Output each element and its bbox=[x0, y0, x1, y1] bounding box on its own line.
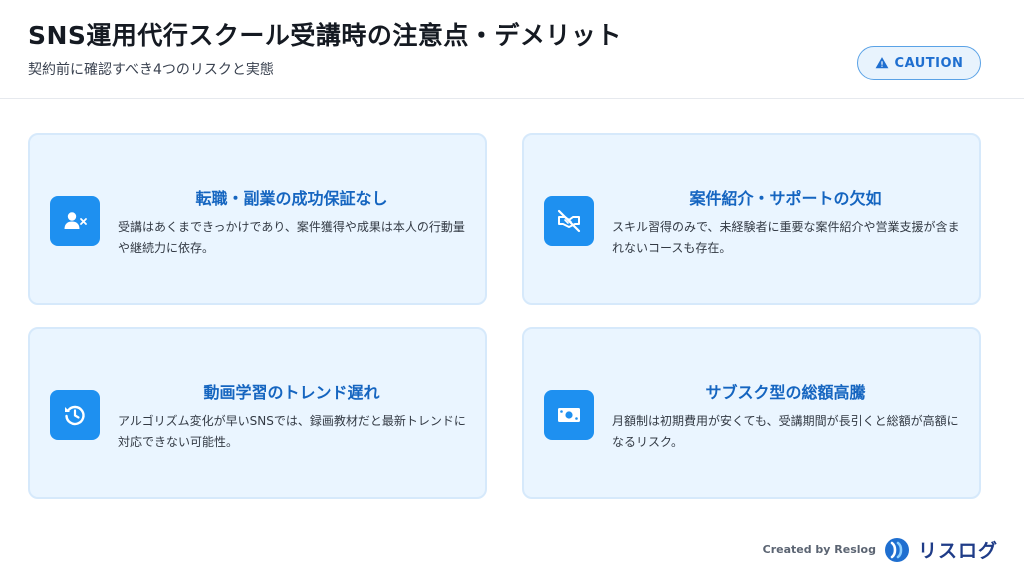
user-x-icon bbox=[50, 196, 100, 246]
card-title: 動画学習のトレンド遅れ bbox=[203, 383, 380, 402]
logo-text: リスログ bbox=[917, 540, 998, 562]
card-text: 受講はあくまできっかけであり、案件獲得や成果は本人の行動量や継続力に依存。 bbox=[118, 220, 465, 255]
card-title: サブスク型の総額高騰 bbox=[705, 383, 866, 402]
risk-card-trend-lag: 動画学習のトレンド遅れ アルゴリズム変化が早いSNSでは、録画教材だと最新トレン… bbox=[28, 327, 487, 499]
card-title: 転職・副業の成功保証なし bbox=[195, 189, 388, 208]
history-icon bbox=[50, 390, 100, 440]
risk-card-no-support: 案件紹介・サポートの欠如 スキル習得のみで、未経験者に重要な案件紹介や営業支援が… bbox=[522, 133, 981, 305]
money-bill-icon bbox=[544, 390, 594, 440]
risk-card-subscription-cost: サブスク型の総額高騰 月額制は初期費用が安くても、受講期間が長引くと総額が高額に… bbox=[522, 327, 981, 499]
card-text: スキル習得のみで、未経験者に重要な案件紹介や営業支援が含まれないコースも存在。 bbox=[612, 220, 960, 255]
page-title: SNS運用代行スクール受講時の注意点・デメリット bbox=[28, 21, 622, 50]
page-subtitle: 契約前に確認すべき4つのリスクと実態 bbox=[28, 62, 274, 78]
reslog-logo-icon bbox=[884, 537, 909, 562]
warning-icon bbox=[875, 57, 888, 69]
credit-text: Created by Reslog bbox=[762, 543, 876, 556]
card-text: 月額制は初期費用が安くても、受講期間が長引くと総額が高額になるリスク。 bbox=[612, 414, 959, 449]
caution-label: CAUTION bbox=[894, 55, 964, 71]
risk-card-no-guarantee: 転職・副業の成功保証なし 受講はあくまできっかけであり、案件獲得や成果は本人の行… bbox=[28, 133, 487, 305]
page-header: SNS運用代行スクール受講時の注意点・デメリット 契約前に確認すべき4つのリスク… bbox=[0, 0, 1024, 99]
caution-badge: CAUTION bbox=[857, 46, 981, 80]
footer: Created by Reslog リスログ bbox=[763, 536, 998, 563]
card-text: アルゴリズム変化が早いSNSでは、録画教材だと最新トレンドに対応できない可能性。 bbox=[118, 414, 466, 449]
card-title: 案件紹介・サポートの欠如 bbox=[689, 189, 882, 208]
handshake-slash-icon bbox=[544, 196, 594, 246]
